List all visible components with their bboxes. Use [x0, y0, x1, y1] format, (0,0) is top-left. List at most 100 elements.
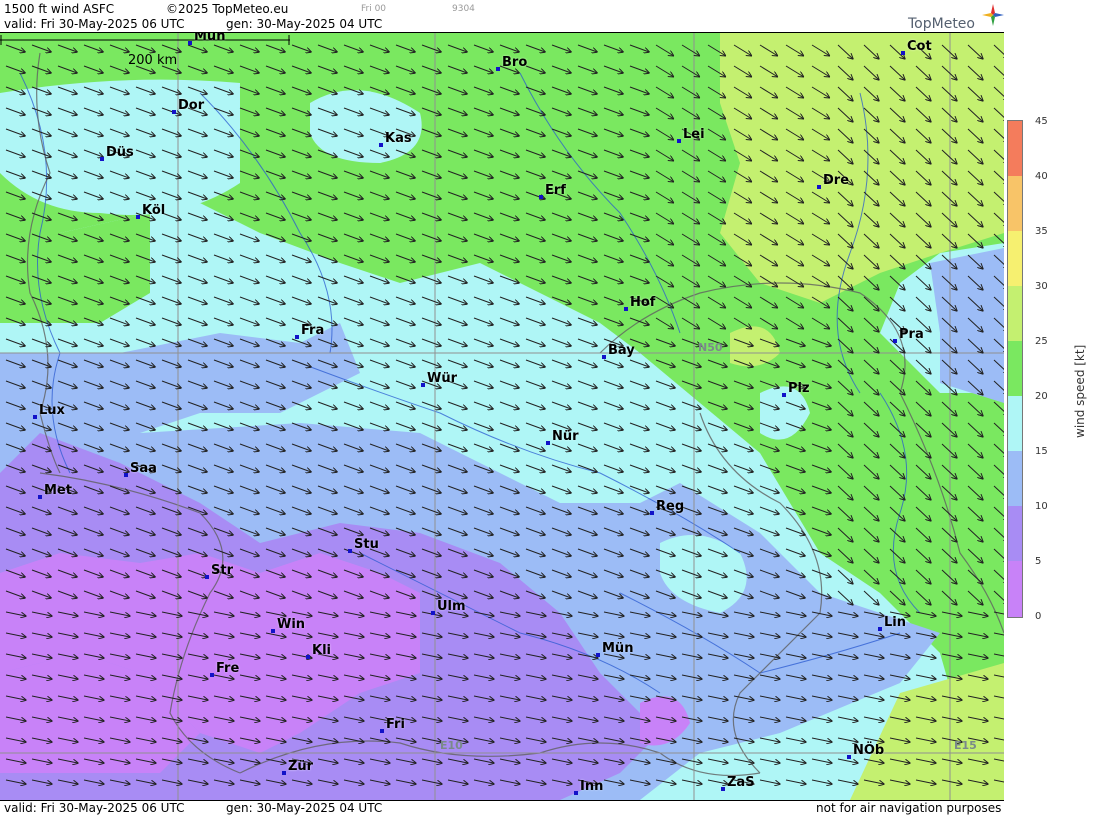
city-label: Reg — [656, 499, 685, 514]
city-marker-icon — [878, 627, 882, 631]
city-marker-icon — [574, 791, 578, 795]
city-marker-icon — [650, 511, 654, 515]
city-label: Pra — [899, 327, 924, 342]
city-marker-icon — [431, 611, 435, 615]
legend-seg-5-10 — [1008, 506, 1022, 561]
city-label: Köl — [142, 203, 166, 218]
legend-tick: 0 — [1035, 611, 1042, 622]
city-label: Lei — [683, 127, 705, 142]
city-label: Düs — [106, 145, 134, 160]
city-marker-icon — [602, 355, 606, 359]
city-label: Inn — [580, 779, 604, 794]
city-marker-icon — [677, 139, 681, 143]
legend-tick: 15 — [1035, 446, 1048, 457]
map-header: 1500 ft wind ASFC ©2025 TopMeteo.eu Fri … — [0, 0, 1004, 33]
legend-tick: 35 — [1035, 226, 1048, 237]
city-label: Ulm — [437, 599, 466, 614]
city-label: Met — [44, 483, 72, 498]
city-marker-icon — [624, 307, 628, 311]
city-label: Nür — [552, 429, 579, 444]
legend-tick: 30 — [1035, 281, 1048, 292]
city-label: Bro — [502, 55, 528, 70]
legend-title: wind speed [kt] — [1073, 344, 1087, 438]
valid-time: valid: Fri 30-May-2025 06 UTC — [4, 17, 185, 31]
city-marker-icon — [817, 185, 821, 189]
city-marker-icon — [721, 787, 725, 791]
city-label: Fra — [301, 323, 325, 338]
wind-speed-legend: 45 40 35 30 25 20 15 10 5 0 wind speed [… — [1005, 116, 1095, 622]
city-marker-icon — [205, 575, 209, 579]
city-label: Plz — [788, 381, 810, 396]
city-label: Str — [211, 563, 233, 578]
legend-seg-30-35 — [1008, 231, 1022, 286]
footer-valid: valid: Fri 30-May-2025 06 UTC — [4, 801, 185, 815]
city-marker-icon — [596, 653, 600, 657]
legend-tick: 20 — [1035, 391, 1048, 402]
legend-seg-10-15 — [1008, 451, 1022, 506]
city-label: Kli — [312, 643, 331, 658]
city-marker-icon — [33, 415, 37, 419]
city-marker-icon — [421, 383, 425, 387]
grid-label-e15: E15 — [954, 739, 977, 752]
legend-seg-25-30 — [1008, 286, 1022, 341]
city-label: Erf — [545, 183, 566, 198]
city-marker-icon — [282, 771, 286, 775]
run-tag: Fri 00 — [361, 4, 387, 14]
city-label: NÖb — [853, 743, 885, 758]
city-marker-icon — [271, 629, 275, 633]
city-label: Zür — [288, 759, 314, 774]
legend-seg-35-40 — [1008, 176, 1022, 231]
legend-seg-20-25 — [1008, 341, 1022, 396]
city-marker-icon — [782, 393, 786, 397]
city-label: Wür — [427, 371, 458, 386]
generated-time: gen: 30-May-2025 04 UTC — [226, 17, 383, 31]
legend-tick: 5 — [1035, 556, 1042, 567]
city-label: Dor — [178, 98, 205, 113]
city-marker-icon — [348, 549, 352, 553]
logo-text: TopMeteo — [908, 16, 975, 32]
city-marker-icon — [38, 495, 42, 499]
city-label: ZaS — [727, 775, 755, 790]
legend-seg-0-5 — [1008, 561, 1022, 617]
city-marker-icon — [210, 673, 214, 677]
city-marker-icon — [295, 335, 299, 339]
city-marker-icon — [306, 655, 310, 659]
legend-tick: 25 — [1035, 336, 1048, 347]
scale-bar — [0, 35, 290, 45]
city-marker-icon — [188, 41, 192, 45]
city-label: Dre — [823, 173, 850, 188]
topmeteo-logo[interactable]: TopMeteo — [908, 4, 1004, 32]
city-marker-icon — [380, 729, 384, 733]
city-label: Stu — [354, 537, 379, 552]
city-marker-icon — [893, 339, 897, 343]
city-marker-icon — [100, 157, 104, 161]
legend-seg-15-20 — [1008, 396, 1022, 451]
city-label: Cot — [907, 39, 932, 54]
wind-field — [0, 33, 1004, 800]
product-title: 1500 ft wind ASFC — [4, 2, 115, 16]
product-code: 9304 — [452, 4, 475, 14]
city-label: Lin — [884, 615, 906, 630]
copyright: ©2025 TopMeteo.eu — [166, 2, 289, 16]
map-footer: valid: Fri 30-May-2025 06 UTC gen: 30-Ma… — [0, 800, 1004, 815]
city-label: Win — [277, 617, 306, 632]
city-marker-icon — [546, 441, 550, 445]
city-marker-icon — [172, 110, 176, 114]
city-label: Fre — [216, 661, 240, 676]
grid-label-e10: E10 — [440, 739, 463, 752]
legend-tick: 10 — [1035, 501, 1048, 512]
wind-map[interactable]: 200 km N50 E10 E15 Mün Bro Cot Dor Kas Lei Düs… — [0, 33, 1004, 800]
legend-tick: 40 — [1035, 171, 1048, 182]
city-label: Saa — [130, 461, 157, 476]
city-label: Kas — [385, 131, 412, 146]
city-label: Mün — [602, 641, 634, 656]
footer-generated: gen: 30-May-2025 04 UTC — [226, 801, 383, 815]
city-marker-icon — [124, 473, 128, 477]
city-label: Fri — [386, 717, 405, 732]
compass-star-icon — [982, 4, 1004, 26]
city-label: Bay — [608, 343, 635, 358]
footer-disclaimer: not for air navigation purposes — [816, 801, 1002, 815]
legend-seg-40-45 — [1008, 121, 1022, 176]
city-marker-icon — [539, 195, 543, 199]
legend-tick: 45 — [1035, 116, 1048, 127]
